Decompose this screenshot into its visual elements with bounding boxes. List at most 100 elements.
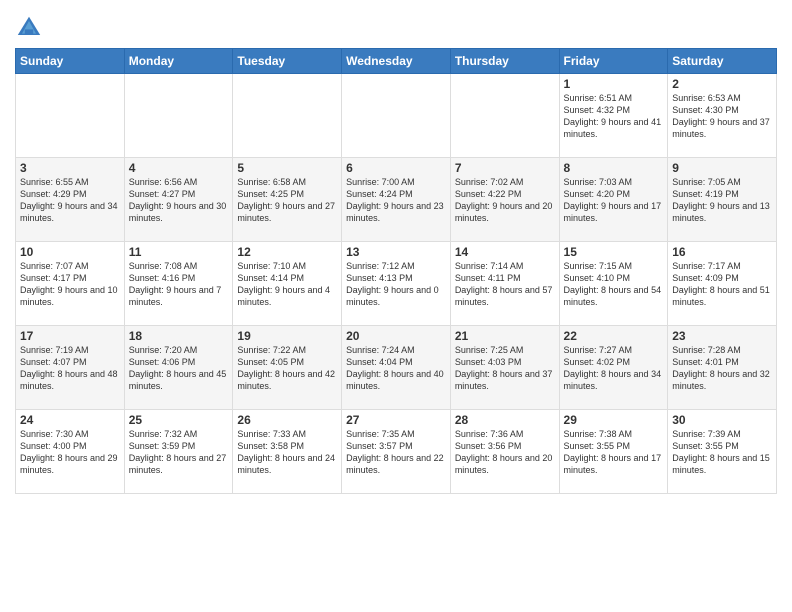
calendar-cell: 2Sunrise: 6:53 AM Sunset: 4:30 PM Daylig…: [668, 74, 777, 158]
calendar-cell: [124, 74, 233, 158]
calendar-cell: 8Sunrise: 7:03 AM Sunset: 4:20 PM Daylig…: [559, 158, 668, 242]
day-info: Sunrise: 6:53 AM Sunset: 4:30 PM Dayligh…: [672, 92, 772, 141]
day-info: Sunrise: 6:51 AM Sunset: 4:32 PM Dayligh…: [564, 92, 664, 141]
day-info: Sunrise: 7:19 AM Sunset: 4:07 PM Dayligh…: [20, 344, 120, 393]
calendar-week: 1Sunrise: 6:51 AM Sunset: 4:32 PM Daylig…: [16, 74, 777, 158]
day-info: Sunrise: 7:33 AM Sunset: 3:58 PM Dayligh…: [237, 428, 337, 477]
weekday-header: Monday: [124, 49, 233, 74]
day-info: Sunrise: 7:20 AM Sunset: 4:06 PM Dayligh…: [129, 344, 229, 393]
day-number: 11: [129, 245, 229, 259]
day-info: Sunrise: 6:56 AM Sunset: 4:27 PM Dayligh…: [129, 176, 229, 225]
day-number: 28: [455, 413, 555, 427]
calendar-week: 24Sunrise: 7:30 AM Sunset: 4:00 PM Dayli…: [16, 410, 777, 494]
calendar-cell: 29Sunrise: 7:38 AM Sunset: 3:55 PM Dayli…: [559, 410, 668, 494]
day-number: 24: [20, 413, 120, 427]
day-number: 3: [20, 161, 120, 175]
day-number: 8: [564, 161, 664, 175]
day-info: Sunrise: 7:15 AM Sunset: 4:10 PM Dayligh…: [564, 260, 664, 309]
calendar-body: 1Sunrise: 6:51 AM Sunset: 4:32 PM Daylig…: [16, 74, 777, 494]
day-number: 15: [564, 245, 664, 259]
calendar-cell: 21Sunrise: 7:25 AM Sunset: 4:03 PM Dayli…: [450, 326, 559, 410]
logo-icon: [15, 14, 43, 42]
calendar-cell: 15Sunrise: 7:15 AM Sunset: 4:10 PM Dayli…: [559, 242, 668, 326]
day-info: Sunrise: 6:58 AM Sunset: 4:25 PM Dayligh…: [237, 176, 337, 225]
day-info: Sunrise: 7:25 AM Sunset: 4:03 PM Dayligh…: [455, 344, 555, 393]
calendar-cell: [16, 74, 125, 158]
day-info: Sunrise: 7:08 AM Sunset: 4:16 PM Dayligh…: [129, 260, 229, 309]
header: [15, 10, 777, 42]
calendar-cell: 5Sunrise: 6:58 AM Sunset: 4:25 PM Daylig…: [233, 158, 342, 242]
day-info: Sunrise: 7:03 AM Sunset: 4:20 PM Dayligh…: [564, 176, 664, 225]
calendar-cell: 10Sunrise: 7:07 AM Sunset: 4:17 PM Dayli…: [16, 242, 125, 326]
day-info: Sunrise: 7:27 AM Sunset: 4:02 PM Dayligh…: [564, 344, 664, 393]
calendar-cell: [233, 74, 342, 158]
day-number: 21: [455, 329, 555, 343]
day-number: 25: [129, 413, 229, 427]
day-number: 7: [455, 161, 555, 175]
day-number: 9: [672, 161, 772, 175]
day-number: 4: [129, 161, 229, 175]
day-info: Sunrise: 7:36 AM Sunset: 3:56 PM Dayligh…: [455, 428, 555, 477]
day-info: Sunrise: 7:17 AM Sunset: 4:09 PM Dayligh…: [672, 260, 772, 309]
weekday-header: Saturday: [668, 49, 777, 74]
calendar-week: 10Sunrise: 7:07 AM Sunset: 4:17 PM Dayli…: [16, 242, 777, 326]
calendar-cell: 14Sunrise: 7:14 AM Sunset: 4:11 PM Dayli…: [450, 242, 559, 326]
day-info: Sunrise: 7:28 AM Sunset: 4:01 PM Dayligh…: [672, 344, 772, 393]
day-info: Sunrise: 7:07 AM Sunset: 4:17 PM Dayligh…: [20, 260, 120, 309]
calendar-cell: 9Sunrise: 7:05 AM Sunset: 4:19 PM Daylig…: [668, 158, 777, 242]
day-info: Sunrise: 7:12 AM Sunset: 4:13 PM Dayligh…: [346, 260, 446, 309]
calendar-cell: 24Sunrise: 7:30 AM Sunset: 4:00 PM Dayli…: [16, 410, 125, 494]
weekday-header: Tuesday: [233, 49, 342, 74]
day-number: 2: [672, 77, 772, 91]
day-info: Sunrise: 7:24 AM Sunset: 4:04 PM Dayligh…: [346, 344, 446, 393]
calendar-cell: 6Sunrise: 7:00 AM Sunset: 4:24 PM Daylig…: [342, 158, 451, 242]
calendar-cell: 25Sunrise: 7:32 AM Sunset: 3:59 PM Dayli…: [124, 410, 233, 494]
day-info: Sunrise: 7:10 AM Sunset: 4:14 PM Dayligh…: [237, 260, 337, 309]
calendar-header: SundayMondayTuesdayWednesdayThursdayFrid…: [16, 49, 777, 74]
calendar-cell: 17Sunrise: 7:19 AM Sunset: 4:07 PM Dayli…: [16, 326, 125, 410]
page: SundayMondayTuesdayWednesdayThursdayFrid…: [0, 0, 792, 504]
calendar-cell: 3Sunrise: 6:55 AM Sunset: 4:29 PM Daylig…: [16, 158, 125, 242]
day-info: Sunrise: 7:30 AM Sunset: 4:00 PM Dayligh…: [20, 428, 120, 477]
calendar-cell: [342, 74, 451, 158]
logo: [15, 14, 47, 42]
day-number: 27: [346, 413, 446, 427]
weekday-header: Thursday: [450, 49, 559, 74]
calendar-cell: 26Sunrise: 7:33 AM Sunset: 3:58 PM Dayli…: [233, 410, 342, 494]
day-number: 18: [129, 329, 229, 343]
day-info: Sunrise: 7:00 AM Sunset: 4:24 PM Dayligh…: [346, 176, 446, 225]
day-info: Sunrise: 6:55 AM Sunset: 4:29 PM Dayligh…: [20, 176, 120, 225]
weekday-header: Friday: [559, 49, 668, 74]
day-info: Sunrise: 7:32 AM Sunset: 3:59 PM Dayligh…: [129, 428, 229, 477]
day-number: 13: [346, 245, 446, 259]
calendar-cell: [450, 74, 559, 158]
calendar-cell: 30Sunrise: 7:39 AM Sunset: 3:55 PM Dayli…: [668, 410, 777, 494]
day-info: Sunrise: 7:05 AM Sunset: 4:19 PM Dayligh…: [672, 176, 772, 225]
calendar-cell: 1Sunrise: 6:51 AM Sunset: 4:32 PM Daylig…: [559, 74, 668, 158]
calendar-cell: 11Sunrise: 7:08 AM Sunset: 4:16 PM Dayli…: [124, 242, 233, 326]
day-number: 30: [672, 413, 772, 427]
calendar-cell: 7Sunrise: 7:02 AM Sunset: 4:22 PM Daylig…: [450, 158, 559, 242]
day-info: Sunrise: 7:22 AM Sunset: 4:05 PM Dayligh…: [237, 344, 337, 393]
day-number: 5: [237, 161, 337, 175]
calendar-cell: 20Sunrise: 7:24 AM Sunset: 4:04 PM Dayli…: [342, 326, 451, 410]
calendar-cell: 22Sunrise: 7:27 AM Sunset: 4:02 PM Dayli…: [559, 326, 668, 410]
calendar-cell: 27Sunrise: 7:35 AM Sunset: 3:57 PM Dayli…: [342, 410, 451, 494]
calendar-cell: 12Sunrise: 7:10 AM Sunset: 4:14 PM Dayli…: [233, 242, 342, 326]
day-number: 16: [672, 245, 772, 259]
day-number: 23: [672, 329, 772, 343]
day-number: 19: [237, 329, 337, 343]
header-row: SundayMondayTuesdayWednesdayThursdayFrid…: [16, 49, 777, 74]
day-info: Sunrise: 7:02 AM Sunset: 4:22 PM Dayligh…: [455, 176, 555, 225]
calendar-table: SundayMondayTuesdayWednesdayThursdayFrid…: [15, 48, 777, 494]
day-info: Sunrise: 7:14 AM Sunset: 4:11 PM Dayligh…: [455, 260, 555, 309]
day-number: 29: [564, 413, 664, 427]
day-number: 22: [564, 329, 664, 343]
day-number: 6: [346, 161, 446, 175]
day-number: 17: [20, 329, 120, 343]
calendar-week: 3Sunrise: 6:55 AM Sunset: 4:29 PM Daylig…: [16, 158, 777, 242]
day-info: Sunrise: 7:35 AM Sunset: 3:57 PM Dayligh…: [346, 428, 446, 477]
weekday-header: Sunday: [16, 49, 125, 74]
calendar-cell: 19Sunrise: 7:22 AM Sunset: 4:05 PM Dayli…: [233, 326, 342, 410]
calendar-week: 17Sunrise: 7:19 AM Sunset: 4:07 PM Dayli…: [16, 326, 777, 410]
